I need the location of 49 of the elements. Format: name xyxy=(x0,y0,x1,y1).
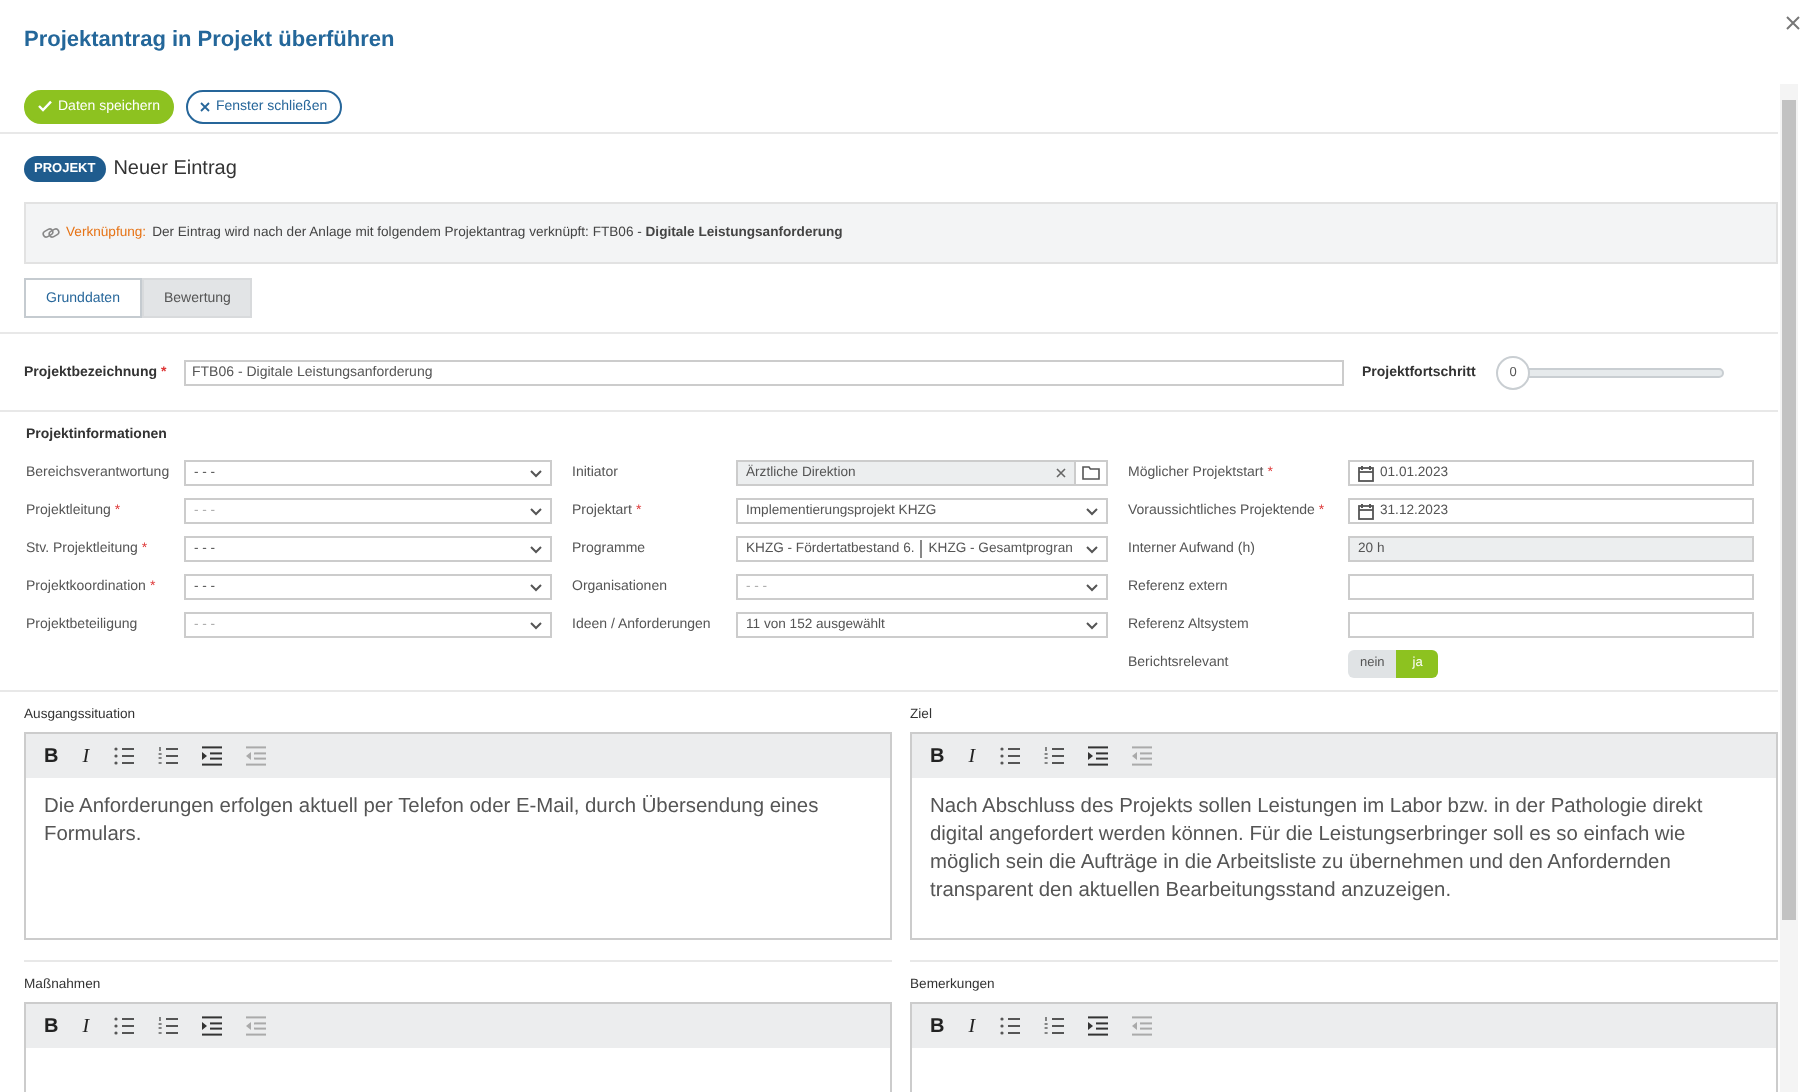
text-editor[interactable]: B I Die Anforderungen erfolgen aktuell per Telefon oder E-Mail, durch Übersendung eines Formulars. xyxy=(24,732,892,940)
calendar-icon xyxy=(1358,465,1374,481)
indent-icon[interactable] xyxy=(201,746,222,766)
calendar-icon xyxy=(1358,503,1374,519)
editor-text: Die Anforderungen erfolgen aktuell per Telefon oder E-Mail, durch Übersendung eines Formulars. xyxy=(44,796,819,846)
scrollbar[interactable] xyxy=(1780,84,1798,1092)
check-icon xyxy=(38,100,52,112)
close-icon[interactable] xyxy=(1786,16,1800,30)
chevron-down-icon xyxy=(530,545,542,553)
bulleted-list-icon[interactable] xyxy=(999,1016,1020,1036)
italic-button[interactable]: I xyxy=(82,745,90,767)
numbered-list-icon[interactable] xyxy=(1043,746,1064,766)
input-field[interactable] xyxy=(1348,574,1754,600)
editor-text: Nach Abschluss des Projekts sollen Leistungen im Labor bzw. in der Pathologie direkt digital angefordert werden können. Für die Leistungserbringer soll es so einfach wie möglich sein die Aufträge in die Arbeitsliste zu übernehmen und den Anfordernden transparent den aktuellen Bearbeitungsstand anzuzeigen. xyxy=(930,796,1703,902)
numbered-list-icon[interactable] xyxy=(1043,1016,1064,1036)
text-editor[interactable]: B I xyxy=(24,1002,892,1092)
close-icon xyxy=(199,101,210,111)
chevron-down-icon xyxy=(530,507,542,515)
bulleted-list-icon[interactable] xyxy=(113,1016,134,1036)
bold-button[interactable]: B xyxy=(44,1015,59,1037)
chevron-down-icon xyxy=(1086,621,1098,629)
input-field[interactable] xyxy=(1348,612,1754,638)
chevron-down-icon xyxy=(530,621,542,629)
indent-icon[interactable] xyxy=(1087,1016,1108,1036)
bold-button[interactable]: B xyxy=(930,745,945,767)
clear-icon[interactable] xyxy=(1056,468,1066,478)
italic-button[interactable]: I xyxy=(968,745,976,767)
indent-icon[interactable] xyxy=(201,1016,222,1036)
folder-button[interactable] xyxy=(1076,460,1108,486)
bold-button[interactable]: B xyxy=(930,1015,945,1037)
text-editor[interactable]: B I xyxy=(910,1002,1778,1092)
folder-icon xyxy=(1082,466,1100,480)
italic-button[interactable]: I xyxy=(82,1015,90,1037)
chevron-down-icon xyxy=(1086,507,1098,515)
indent-icon[interactable] xyxy=(1087,746,1108,766)
italic-button[interactable]: I xyxy=(968,1015,976,1037)
chevron-down-icon xyxy=(530,583,542,591)
bulleted-list-icon[interactable] xyxy=(113,746,134,766)
chevron-down-icon xyxy=(530,469,542,477)
chevron-down-icon xyxy=(1086,583,1098,591)
bulleted-list-icon[interactable] xyxy=(999,746,1020,766)
chevron-down-icon xyxy=(1086,545,1098,553)
bold-button[interactable]: B xyxy=(44,745,59,767)
numbered-list-icon[interactable] xyxy=(157,746,178,766)
link-icon xyxy=(42,226,60,240)
record-title: Neuer Eintrag xyxy=(113,157,237,179)
numbered-list-icon[interactable] xyxy=(157,1016,178,1036)
window-title: Projektantrag in Projekt überführen xyxy=(24,28,395,52)
text-editor[interactable] xyxy=(910,732,1778,940)
